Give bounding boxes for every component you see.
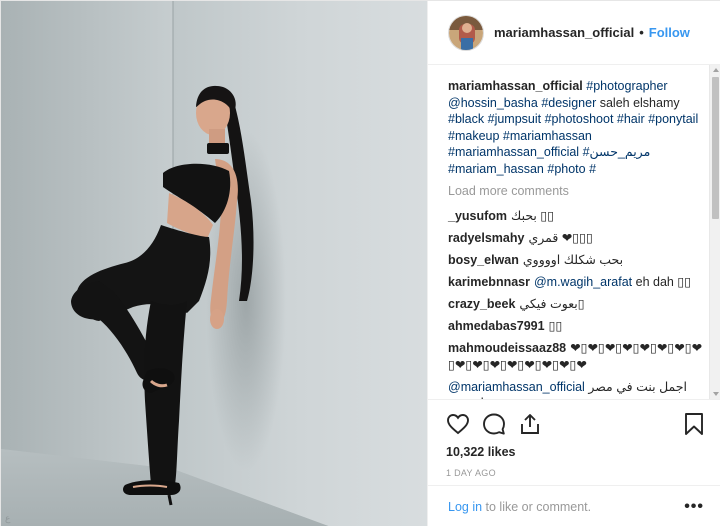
caption-hashtag-link[interactable]: #designer: [541, 96, 596, 110]
comment-item: mahmoudeissaaz88 ❤▯❤▯❤▯❤▯❤▯❤▯❤▯❤▯❤▯❤▯❤▯❤▯…: [448, 340, 708, 373]
load-more-comments-button[interactable]: Load more comments: [448, 184, 708, 198]
post-sidebar: mariamhassan_official • Follow mariamhas…: [427, 1, 720, 526]
comment-username[interactable]: radyelsmahy: [448, 231, 524, 245]
post-photo[interactable]: ع: [1, 1, 427, 526]
caption-hashtag-link[interactable]: #black: [448, 112, 484, 126]
comment-item: karimebnnasr @m.wagih_arafat eh dah ▯▯: [448, 274, 708, 291]
comment-items: _yusufom بحبك ▯▯ radyelsmahy قمري ❤▯▯▯ bosy_…: [448, 208, 708, 399]
comment-mention-link[interactable]: @mariamhassan_official: [448, 380, 585, 394]
scrollbar-thumb[interactable]: [712, 77, 719, 219]
caption-username[interactable]: mariamhassan_official: [448, 79, 583, 93]
caption-hashtag-link[interactable]: #mariamhassan: [503, 129, 592, 143]
post-actions: 10,322 likes 1 DAY AGO: [428, 399, 720, 478]
comment-item: radyelsmahy قمري ❤▯▯▯: [448, 230, 708, 247]
action-icons: [446, 410, 706, 438]
share-icon[interactable]: [518, 412, 542, 436]
post-caption: mariamhassan_official #photographer @hos…: [448, 78, 708, 177]
more-options-icon[interactable]: •••: [684, 498, 704, 516]
caption-hashtag-link[interactable]: #photographer: [586, 79, 667, 93]
comment-text: eh dah ▯▯: [635, 275, 692, 289]
comment-text: ▯▯: [548, 319, 563, 333]
header-username[interactable]: mariamhassan_official: [494, 25, 634, 40]
heart-icon[interactable]: [446, 412, 470, 436]
avatar[interactable]: [448, 14, 484, 51]
caption-hashtag-link[interactable]: #photo: [547, 162, 585, 176]
comment-username[interactable]: ahmedabas7991: [448, 319, 545, 333]
comment-username[interactable]: bosy_elwan: [448, 253, 519, 267]
caption-hashtag-link[interactable]: #ponytail: [648, 112, 698, 126]
comment-item: _yusufom بحبك ▯▯: [448, 208, 708, 225]
caption-hashtag-link[interactable]: #: [589, 162, 596, 176]
post-header: mariamhassan_official • Follow: [428, 1, 720, 65]
login-link[interactable]: Log in: [448, 500, 482, 514]
login-prompt-text: to like or comment.: [482, 499, 592, 514]
caption-hashtag-link[interactable]: #hair: [617, 112, 645, 126]
comment-bubble-icon[interactable]: [482, 412, 506, 436]
login-prompt: Log in to like or comment. •••: [428, 485, 720, 526]
comment-text: بحب شكلك اووووي: [522, 253, 624, 267]
caption-hashtag-link[interactable]: #mariamhassan_official: [448, 145, 579, 159]
header-separator: •: [639, 25, 644, 40]
comment-mention-link[interactable]: @m.wagih_arafat: [534, 275, 632, 289]
follow-button[interactable]: Follow: [649, 25, 690, 40]
comment-item: crazy_beek بعوت فيكي▯: [448, 296, 708, 313]
caption-hashtag-link[interactable]: @hossin_basha: [448, 96, 538, 110]
caption-hashtag-link[interactable]: #jumpsuit: [488, 112, 542, 126]
comment-text: بحبك ▯▯: [511, 209, 555, 223]
svg-text:ع: ع: [5, 514, 11, 524]
caption-plain-text: saleh elshamy: [599, 95, 680, 110]
scroll-up-arrow-icon[interactable]: [713, 68, 719, 72]
comments-scrollbar[interactable]: [709, 65, 720, 399]
comments-list[interactable]: mariamhassan_official #photographer @hos…: [428, 65, 720, 399]
caption-hashtag-link[interactable]: #mariam_hassan: [448, 162, 544, 176]
bookmark-icon[interactable]: [682, 412, 706, 436]
comment-item: bosy_elwan بحب شكلك اووووي: [448, 252, 708, 269]
comment-username[interactable]: _yusufom: [448, 209, 507, 223]
comment-item: @mariamhassan_official اجمل بنت في مصر ب…: [448, 379, 708, 400]
likes-count[interactable]: 10,322 likes: [446, 445, 706, 459]
caption-hashtag-link[interactable]: #makeup: [448, 129, 499, 143]
instagram-post: ع mariamhassan_official • Follow mariamh…: [0, 0, 720, 526]
avatar-image: [449, 15, 483, 50]
comment-username[interactable]: crazy_beek: [448, 297, 515, 311]
photo-woman-black-jumpsuit: ع: [1, 1, 427, 526]
post-timestamp[interactable]: 1 DAY AGO: [446, 468, 706, 478]
scroll-down-arrow-icon[interactable]: [713, 392, 719, 396]
caption-hashtag-link[interactable]: #photoshoot: [545, 112, 614, 126]
comment-text: بعوت فيكي▯: [519, 297, 585, 311]
caption-hashtag-link[interactable]: #مريم_حسن: [583, 145, 651, 159]
comment-item: ahmedabas7991 ▯▯: [448, 318, 708, 335]
comment-username[interactable]: karimebnnasr: [448, 275, 530, 289]
caption-text: #photographer @hossin_basha #designer sa…: [448, 79, 698, 176]
comment-username[interactable]: mahmoudeissaaz88: [448, 341, 566, 355]
comment-text: قمري ❤▯▯▯: [528, 231, 593, 245]
